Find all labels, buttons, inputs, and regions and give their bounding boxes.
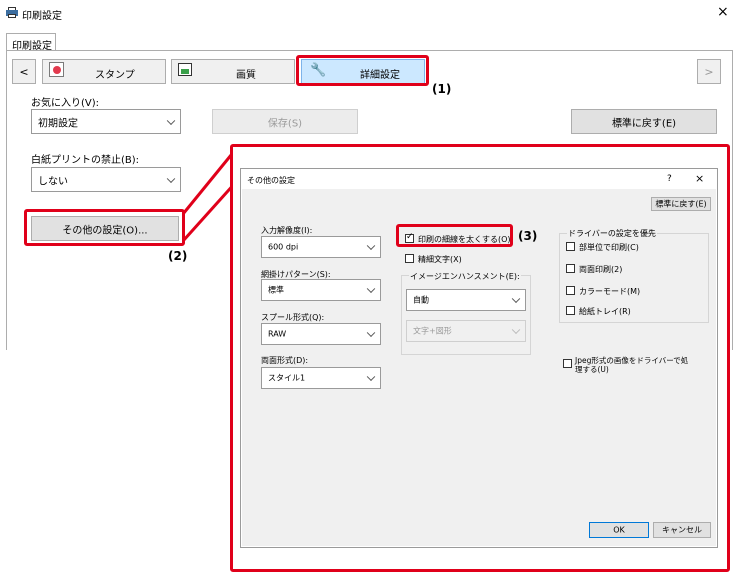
duplex-print-option[interactable]: 両面印刷(2): [566, 263, 666, 275]
image-enhance-dropdown[interactable]: 自動: [406, 289, 526, 311]
jpeg-option[interactable]: Jpeg形式の画像をドライバーで処 理する(U): [563, 355, 713, 377]
chevron-down-icon: [366, 284, 376, 294]
fine-text-checkbox[interactable]: [405, 254, 414, 263]
paper-tray-label: 給紙トレイ(R): [579, 307, 631, 316]
collate-checkbox[interactable]: [566, 242, 575, 251]
other-settings-dialog: その他の設定 ? × 標準に戻す(E) 入力解像度(I): 600 dpi 網掛…: [240, 168, 718, 548]
text-graphics-dropdown[interactable]: 文字+図形: [406, 320, 526, 342]
spool-dropdown[interactable]: RAW: [261, 323, 381, 345]
callout-3-label: (3): [518, 229, 538, 243]
duplex-dropdown[interactable]: スタイル1: [261, 367, 381, 389]
dialog-ok-button[interactable]: OK: [589, 522, 649, 538]
fine-text-label: 精細文字(X): [418, 255, 462, 264]
chevron-down-icon: [511, 325, 521, 335]
duplex-label: 両面形式(D):: [261, 356, 309, 365]
paper-tray-checkbox[interactable]: [566, 306, 575, 315]
jpeg-label-line2: 理する(U): [575, 365, 609, 374]
collate-label: 部単位で印刷(C): [579, 243, 639, 252]
fine-text-option[interactable]: 精細文字(X): [405, 253, 495, 265]
duplex-print-checkbox[interactable]: [566, 264, 575, 273]
spool-label: スプール形式(Q):: [261, 313, 325, 322]
color-mode-label: カラーモード(M): [579, 287, 641, 296]
collate-option[interactable]: 部単位で印刷(C): [566, 241, 666, 253]
dialog-title: その他の設定: [247, 176, 295, 185]
color-mode-option[interactable]: カラーモード(M): [566, 285, 666, 297]
paper-tray-option[interactable]: 給紙トレイ(R): [566, 305, 666, 317]
dialog-close-button[interactable]: ×: [695, 172, 704, 185]
duplex-print-label: 両面印刷(2): [579, 265, 623, 274]
driver-priority-label: ドライバーの設定を優先: [567, 228, 657, 239]
dialog-cancel-button[interactable]: キャンセル: [653, 522, 711, 538]
chevron-down-icon: [366, 241, 376, 251]
dialog-restore-defaults-button[interactable]: 標準に戻す(E): [651, 197, 711, 211]
image-enhance-group: [401, 275, 531, 355]
resolution-label: 入力解像度(I):: [261, 226, 313, 235]
dialog-help-button[interactable]: ?: [667, 174, 672, 184]
chevron-down-icon: [511, 294, 521, 304]
pattern-dropdown[interactable]: 標準: [261, 279, 381, 301]
callout-3-box: [396, 224, 513, 247]
chevron-down-icon: [366, 328, 376, 338]
resolution-dropdown[interactable]: 600 dpi: [261, 236, 381, 258]
color-mode-checkbox[interactable]: [566, 286, 575, 295]
image-enhance-label: イメージエンハンスメント(E):: [409, 271, 521, 282]
jpeg-checkbox[interactable]: [563, 359, 572, 368]
chevron-down-icon: [366, 372, 376, 382]
